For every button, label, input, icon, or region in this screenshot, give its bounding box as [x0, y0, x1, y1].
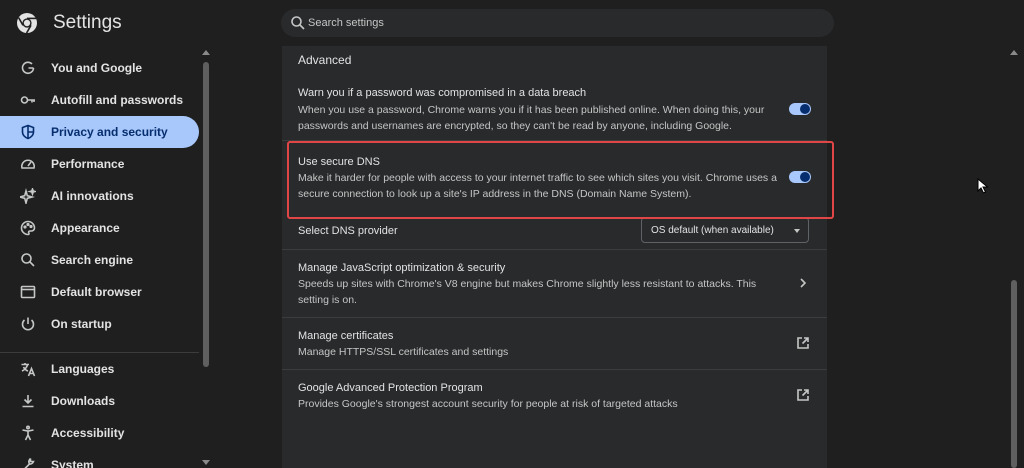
sidebar-item-performance[interactable]: Performance: [0, 148, 199, 180]
toggle-knob: [800, 104, 810, 114]
js-optimization-row[interactable]: Manage JavaScript optimization & securit…: [282, 250, 827, 317]
password-breach-toggle[interactable]: [789, 103, 811, 115]
row-title: Manage JavaScript optimization & securit…: [298, 262, 506, 274]
row-title: Warn you if a password was compromised i…: [298, 87, 587, 99]
section-title: Advanced: [298, 53, 352, 67]
row-description: Speeds up sites with Chrome's V8 engine …: [298, 278, 757, 306]
sidebar-item-ai-innovations[interactable]: AI innovations: [0, 180, 199, 212]
row-description: Provides Google's strongest account secu…: [298, 398, 678, 410]
scroll-up-arrow-icon[interactable]: [1010, 50, 1018, 55]
sidebar-item-label: Accessibility: [51, 426, 125, 440]
sidebar-scrollbar[interactable]: [202, 50, 210, 468]
sidebar-item-label: Autofill and passwords: [51, 93, 184, 107]
sidebar-item-on-startup[interactable]: On startup: [0, 308, 199, 340]
sidebar-item-accessibility[interactable]: Accessibility: [0, 417, 199, 449]
sparkle-icon: [16, 186, 38, 207]
sidebar-item-appearance[interactable]: Appearance: [0, 212, 199, 244]
download-icon: [20, 393, 36, 409]
sidebar-item-label: Downloads: [51, 394, 116, 408]
row-title: Manage certificates: [298, 330, 394, 342]
row-title: Google Advanced Protection Program: [298, 382, 483, 394]
mouse-cursor-icon: [977, 178, 989, 194]
sidebar-item-label: Privacy and security: [51, 125, 168, 139]
sidebar-item-downloads[interactable]: Downloads: [0, 385, 199, 417]
key-icon: [20, 92, 36, 108]
wrench-icon: [20, 457, 36, 468]
page-title: Settings: [53, 12, 122, 33]
browser-window-icon: [20, 284, 36, 300]
main-scroll-thumb[interactable]: [1011, 280, 1017, 468]
sidebar-scroll-thumb[interactable]: [203, 62, 209, 367]
external-link-icon: [796, 388, 810, 402]
sidebar-item-label: AI innovations: [51, 189, 134, 203]
chevron-right-icon: [796, 276, 810, 290]
sidebar-item-label: You and Google: [51, 61, 143, 75]
header: Settings: [0, 0, 1024, 46]
scroll-up-arrow-icon[interactable]: [202, 50, 210, 55]
sidebar-item-label: Performance: [51, 157, 125, 171]
settings-window: Settings You and Google Autofill and pas…: [0, 0, 1024, 468]
palette-icon: [20, 220, 36, 236]
row-title: Select DNS provider: [298, 225, 398, 237]
row-description: When you use a password, Chrome warns yo…: [298, 104, 765, 132]
row-description: Manage HTTPS/SSL certificates and settin…: [298, 346, 509, 358]
main-scrollbar[interactable]: [1008, 46, 1020, 468]
scroll-down-arrow-icon[interactable]: [202, 460, 210, 465]
search-icon: [291, 16, 305, 30]
shield-icon: [20, 124, 36, 140]
sidebar-item-languages[interactable]: Languages: [0, 353, 199, 385]
sidebar-item-privacy[interactable]: Privacy and security: [0, 116, 199, 148]
sidebar-item-label: Default browser: [51, 285, 142, 299]
sidebar: You and Google Autofill and passwords Pr…: [0, 46, 212, 468]
power-icon: [20, 316, 36, 332]
google-g-icon: [20, 60, 36, 76]
sidebar-item-default-browser[interactable]: Default browser: [0, 276, 199, 308]
sidebar-item-label: Search engine: [51, 253, 134, 267]
highlight-box: [287, 141, 834, 219]
sidebar-item-label: Languages: [51, 362, 115, 376]
sidebar-item-you-and-google[interactable]: You and Google: [0, 52, 199, 84]
external-link-icon: [796, 336, 810, 350]
sidebar-item-label: System: [51, 458, 94, 468]
speedometer-icon: [20, 156, 36, 172]
accessibility-icon: [20, 425, 36, 441]
select-value: OS default (when available): [651, 225, 774, 236]
sidebar-item-autofill[interactable]: Autofill and passwords: [0, 84, 199, 116]
chrome-logo-icon: [17, 13, 37, 34]
sidebar-item-system[interactable]: System: [0, 449, 199, 468]
sidebar-item-label: On startup: [51, 317, 112, 331]
translate-icon: [20, 361, 36, 377]
sidebar-item-search-engine[interactable]: Search engine: [0, 244, 199, 276]
advanced-protection-row[interactable]: Google Advanced Protection Program Provi…: [282, 370, 827, 422]
search-icon: [20, 252, 36, 268]
caret-down-icon: [794, 229, 800, 233]
sidebar-item-label: Appearance: [51, 221, 120, 235]
search-box[interactable]: [281, 9, 834, 37]
dns-provider-select[interactable]: OS default (when available): [641, 217, 809, 243]
certificates-row[interactable]: Manage certificates Manage HTTPS/SSL cer…: [282, 318, 827, 369]
search-input[interactable]: [308, 9, 808, 37]
advanced-settings-card: Advanced Warn you if a password was comp…: [282, 46, 827, 468]
